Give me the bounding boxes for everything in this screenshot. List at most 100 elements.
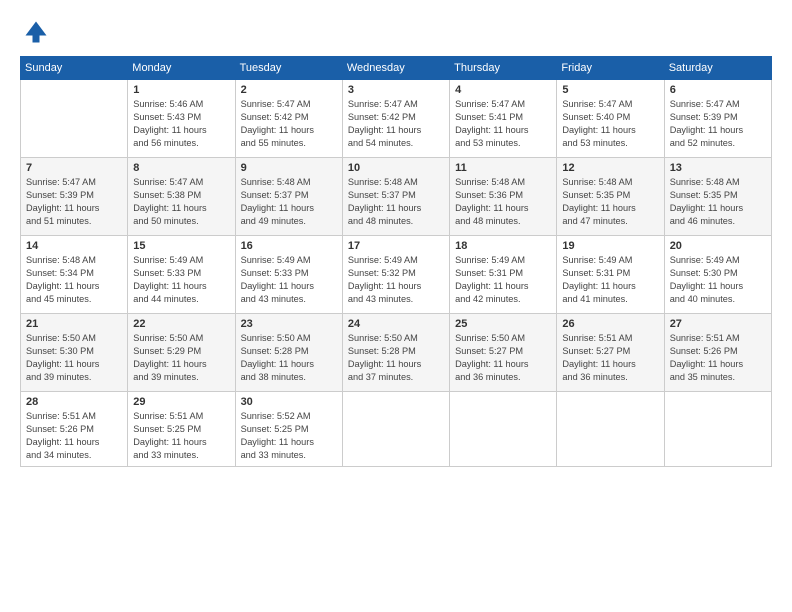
day-info: Sunrise: 5:50 AMSunset: 5:30 PMDaylight:… [26, 332, 122, 384]
calendar-cell: 1 Sunrise: 5:46 AMSunset: 5:43 PMDaylight… [128, 80, 235, 158]
calendar-cell: 17Sunrise: 5:49 AMSunset: 5:32 PMDayligh… [342, 236, 449, 314]
page: SundayMondayTuesdayWednesdayThursdayFrid… [0, 0, 792, 612]
calendar-header-row: SundayMondayTuesdayWednesdayThursdayFrid… [21, 57, 772, 80]
day-number: 29 [133, 396, 229, 408]
calendar-cell: 21 Sunrise: 5:50 AMSunset: 5:30 PMDayligh… [21, 314, 128, 392]
day-info: Sunrise: 5:47 AMSunset: 5:38 PMDaylight:… [133, 176, 229, 228]
calendar-cell: 4 Sunrise: 5:47 AMSunset: 5:41 PMDaylight… [450, 80, 557, 158]
calendar-cell: 26 Sunrise: 5:51 AMSunset: 5:27 PMDayligh… [557, 314, 664, 392]
day-info: Sunrise: 5:47 AMSunset: 5:39 PMDaylight:… [670, 98, 766, 150]
day-number: 24 [348, 318, 444, 330]
calendar-cell: 11 Sunrise: 5:48 AMSunset: 5:36 PMDayligh… [450, 158, 557, 236]
calendar-cell [342, 392, 449, 467]
calendar-cell: 20 Sunrise: 5:49 AMSunset: 5:30 PMDayligh… [664, 236, 771, 314]
calendar-cell: 22Sunrise: 5:50 AMSunset: 5:29 PMDayligh… [128, 314, 235, 392]
calendar-cell [557, 392, 664, 467]
day-number: 19 [562, 240, 658, 252]
day-info: Sunrise: 5:51 AMSunset: 5:26 PMDaylight:… [26, 410, 122, 462]
logo-icon [22, 18, 50, 46]
day-info: Sunrise: 5:51 AMSunset: 5:27 PMDaylight:… [562, 332, 658, 384]
calendar-cell [21, 80, 128, 158]
day-info: Sunrise: 5:47 AMSunset: 5:42 PMDaylight:… [348, 98, 444, 150]
day-number: 23 [241, 318, 337, 330]
calendar-cell: 25Sunrise: 5:50 AMSunset: 5:27 PMDayligh… [450, 314, 557, 392]
day-info: Sunrise: 5:49 AMSunset: 5:30 PMDaylight:… [670, 254, 766, 306]
day-number: 13 [670, 162, 766, 174]
calendar-cell [450, 392, 557, 467]
calendar-week-row: 7 Sunrise: 5:47 AMSunset: 5:39 PMDaylight… [21, 158, 772, 236]
day-number: 15 [133, 240, 229, 252]
day-number: 10 [348, 162, 444, 174]
weekday-header-sunday: Sunday [21, 57, 128, 80]
day-info: Sunrise: 5:51 AMSunset: 5:26 PMDaylight:… [670, 332, 766, 384]
day-info: Sunrise: 5:49 AMSunset: 5:31 PMDaylight:… [562, 254, 658, 306]
calendar-cell: 2 Sunrise: 5:47 AMSunset: 5:42 PMDaylight… [235, 80, 342, 158]
weekday-header-saturday: Saturday [664, 57, 771, 80]
weekday-header-monday: Monday [128, 57, 235, 80]
day-number: 6 [670, 84, 766, 96]
calendar-week-row: 1 Sunrise: 5:46 AMSunset: 5:43 PMDaylight… [21, 80, 772, 158]
calendar-week-row: 28 Sunrise: 5:51 AMSunset: 5:26 PMDayligh… [21, 392, 772, 467]
calendar-cell: 14Sunrise: 5:48 AMSunset: 5:34 PMDayligh… [21, 236, 128, 314]
day-info: Sunrise: 5:52 AMSunset: 5:25 PMDaylight:… [241, 410, 337, 462]
calendar-cell: 7 Sunrise: 5:47 AMSunset: 5:39 PMDaylight… [21, 158, 128, 236]
calendar-cell: 10 Sunrise: 5:48 AMSunset: 5:37 PMDayligh… [342, 158, 449, 236]
day-number: 3 [348, 84, 444, 96]
calendar-cell: 5Sunrise: 5:47 AMSunset: 5:40 PMDaylight… [557, 80, 664, 158]
day-info: Sunrise: 5:49 AMSunset: 5:33 PMDaylight:… [133, 254, 229, 306]
day-number: 14 [26, 240, 122, 252]
weekday-header-thursday: Thursday [450, 57, 557, 80]
day-number: 4 [455, 84, 551, 96]
day-info: Sunrise: 5:48 AMSunset: 5:37 PMDaylight:… [241, 176, 337, 228]
day-number: 8 [133, 162, 229, 174]
calendar-cell: 24Sunrise: 5:50 AMSunset: 5:28 PMDayligh… [342, 314, 449, 392]
day-number: 16 [241, 240, 337, 252]
day-number: 30 [241, 396, 337, 408]
weekday-header-wednesday: Wednesday [342, 57, 449, 80]
day-number: 28 [26, 396, 122, 408]
calendar-week-row: 14Sunrise: 5:48 AMSunset: 5:34 PMDayligh… [21, 236, 772, 314]
day-info: Sunrise: 5:50 AMSunset: 5:29 PMDaylight:… [133, 332, 229, 384]
day-info: Sunrise: 5:47 AMSunset: 5:42 PMDaylight:… [241, 98, 337, 150]
day-number: 2 [241, 84, 337, 96]
calendar-cell [664, 392, 771, 467]
day-number: 9 [241, 162, 337, 174]
logo [20, 18, 50, 46]
calendar-cell: 8 Sunrise: 5:47 AMSunset: 5:38 PMDaylight… [128, 158, 235, 236]
calendar-cell: 23 Sunrise: 5:50 AMSunset: 5:28 PMDayligh… [235, 314, 342, 392]
calendar-cell: 30 Sunrise: 5:52 AMSunset: 5:25 PMDayligh… [235, 392, 342, 467]
day-number: 25 [455, 318, 551, 330]
day-info: Sunrise: 5:48 AMSunset: 5:35 PMDaylight:… [670, 176, 766, 228]
day-info: Sunrise: 5:50 AMSunset: 5:28 PMDaylight:… [241, 332, 337, 384]
day-info: Sunrise: 5:51 AMSunset: 5:25 PMDaylight:… [133, 410, 229, 462]
calendar-cell: 13 Sunrise: 5:48 AMSunset: 5:35 PMDayligh… [664, 158, 771, 236]
day-number: 7 [26, 162, 122, 174]
calendar-table: SundayMondayTuesdayWednesdayThursdayFrid… [20, 56, 772, 467]
calendar-cell: 19 Sunrise: 5:49 AMSunset: 5:31 PMDayligh… [557, 236, 664, 314]
day-number: 20 [670, 240, 766, 252]
day-info: Sunrise: 5:48 AMSunset: 5:37 PMDaylight:… [348, 176, 444, 228]
day-number: 12 [562, 162, 658, 174]
calendar-cell: 9 Sunrise: 5:48 AMSunset: 5:37 PMDaylight… [235, 158, 342, 236]
calendar-cell: 18Sunrise: 5:49 AMSunset: 5:31 PMDayligh… [450, 236, 557, 314]
calendar-cell: 6 Sunrise: 5:47 AMSunset: 5:39 PMDaylight… [664, 80, 771, 158]
day-info: Sunrise: 5:49 AMSunset: 5:31 PMDaylight:… [455, 254, 551, 306]
calendar-cell: 16 Sunrise: 5:49 AMSunset: 5:33 PMDayligh… [235, 236, 342, 314]
calendar-cell: 3 Sunrise: 5:47 AMSunset: 5:42 PMDaylight… [342, 80, 449, 158]
day-info: Sunrise: 5:47 AMSunset: 5:41 PMDaylight:… [455, 98, 551, 150]
day-number: 11 [455, 162, 551, 174]
calendar-week-row: 21 Sunrise: 5:50 AMSunset: 5:30 PMDayligh… [21, 314, 772, 392]
day-info: Sunrise: 5:48 AMSunset: 5:36 PMDaylight:… [455, 176, 551, 228]
calendar-cell: 28 Sunrise: 5:51 AMSunset: 5:26 PMDayligh… [21, 392, 128, 467]
day-number: 5 [562, 84, 658, 96]
weekday-header-friday: Friday [557, 57, 664, 80]
day-number: 26 [562, 318, 658, 330]
day-info: Sunrise: 5:47 AMSunset: 5:39 PMDaylight:… [26, 176, 122, 228]
day-info: Sunrise: 5:48 AMSunset: 5:35 PMDaylight:… [562, 176, 658, 228]
day-number: 1 [133, 84, 229, 96]
day-number: 21 [26, 318, 122, 330]
calendar-cell: 15 Sunrise: 5:49 AMSunset: 5:33 PMDayligh… [128, 236, 235, 314]
day-info: Sunrise: 5:49 AMSunset: 5:33 PMDaylight:… [241, 254, 337, 306]
day-number: 17 [348, 240, 444, 252]
day-info: Sunrise: 5:46 AMSunset: 5:43 PMDaylight:… [133, 98, 229, 150]
